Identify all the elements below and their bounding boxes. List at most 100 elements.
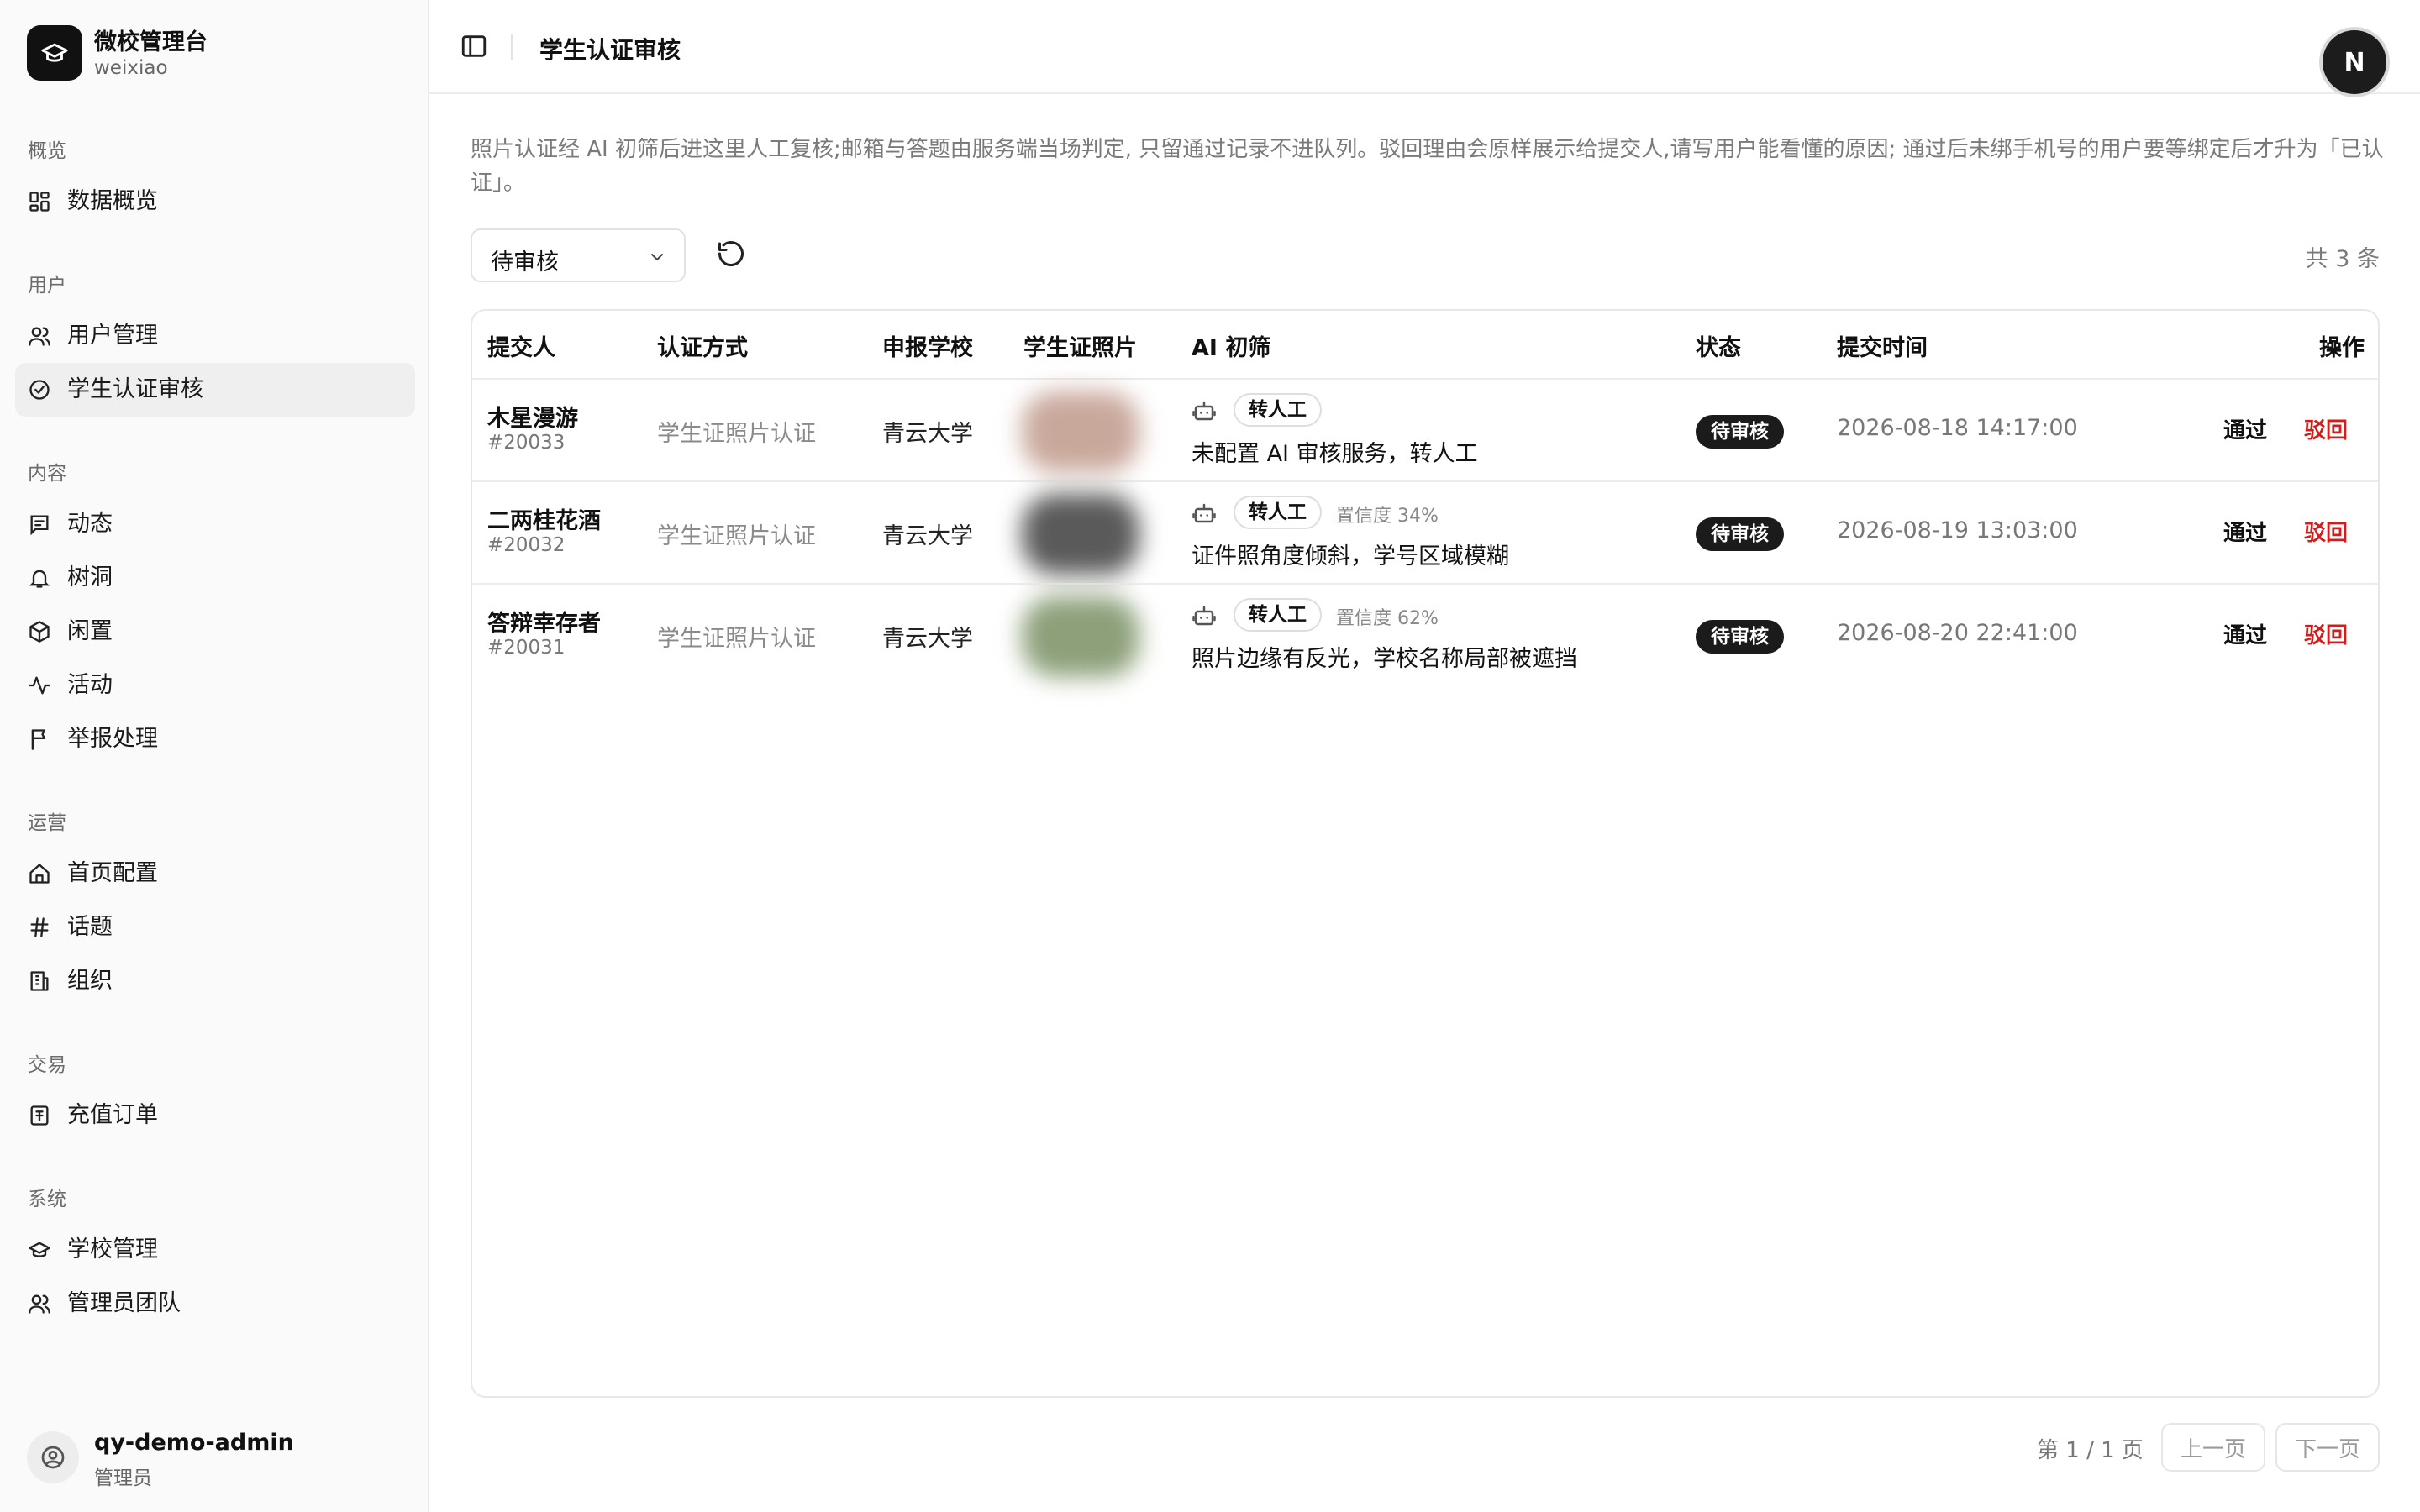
prev-page-button[interactable]: 上一页 xyxy=(2161,1423,2265,1472)
sidebar-item-admin-team[interactable]: 管理员团队 xyxy=(15,1277,415,1331)
review-table: 提交人 认证方式 申报学校 学生证照片 AI 初筛 状态 提交时间 操作 木星漫… xyxy=(471,309,2380,1398)
header-divider xyxy=(511,34,513,60)
sidebar-item-label: 树洞 xyxy=(67,564,113,591)
ai-result-tag[interactable]: 转人工 xyxy=(1234,598,1322,632)
nav-group-label: 系统 xyxy=(28,1189,66,1210)
robot-icon xyxy=(1192,401,1216,421)
school-name: 青云大学 xyxy=(882,421,973,447)
sidebar-item-label: 充值订单 xyxy=(67,1102,158,1128)
verification-method: 学生证照片认证 xyxy=(657,421,816,447)
status-filter-value: 待审核 xyxy=(491,249,559,276)
team-icon xyxy=(27,1291,52,1316)
total-count: 共 3 条 xyxy=(2305,246,2380,272)
box-icon xyxy=(27,619,52,644)
sidebar-item-label: 组织 xyxy=(67,968,113,994)
sidebar-item-label: 首页配置 xyxy=(67,860,158,886)
sidebar-item-label: 动态 xyxy=(67,511,113,537)
feed-icon xyxy=(27,512,52,537)
column-header: 操作 xyxy=(2319,335,2365,361)
sidebar-item-secondhand[interactable]: 闲置 xyxy=(15,605,415,659)
student-id-photo[interactable] xyxy=(1022,494,1139,575)
sidebar-item-label: 管理员团队 xyxy=(67,1290,181,1316)
flag-icon xyxy=(27,727,52,752)
ai-result-tag[interactable]: 转人工 xyxy=(1234,393,1322,427)
sidebar-item-treehole[interactable]: 树洞 xyxy=(15,551,415,605)
ai-reason: 照片边缘有反光，学校名称局部被遮挡 xyxy=(1192,646,1577,672)
sidebar-item-label: 数据概览 xyxy=(67,188,158,214)
status-badge: 待审核 xyxy=(1696,517,1784,551)
nav-group-label: 运营 xyxy=(28,812,66,834)
sidebar-item-label: 闲置 xyxy=(67,618,113,644)
student-id-photo[interactable] xyxy=(1022,596,1139,677)
ai-confidence: 置信度 34% xyxy=(1336,506,1439,527)
ai-reason: 证件照角度倾斜，学号区域模糊 xyxy=(1192,543,1509,570)
sidebar: 微校管理台 weixiao 概览 数据概览 用户 用户管理 学生认证审核 内容 … xyxy=(0,0,429,1512)
sidebar-item-label: 学生认证审核 xyxy=(67,376,203,402)
sidebar-item-student-verification[interactable]: 学生认证审核 xyxy=(15,363,415,417)
submit-time: 2026-08-19 13:03:00 xyxy=(1837,517,2078,543)
sidebar-item-reports[interactable]: 举报处理 xyxy=(15,712,415,766)
sidebar-item-schools[interactable]: 学校管理 xyxy=(15,1223,415,1277)
hash-icon xyxy=(27,915,52,940)
sidebar-toggle-button[interactable] xyxy=(460,32,490,62)
sidebar-toggle-icon xyxy=(461,35,487,57)
table-row: 二两桂花酒 #20032 学生证照片认证 青云大学 转人工 置信度 34% 证件… xyxy=(472,480,2378,583)
home-icon xyxy=(27,861,52,886)
reject-button[interactable]: 驳回 xyxy=(2304,413,2348,444)
graduation-cap-icon xyxy=(27,1237,52,1263)
pagination-info: 第 1 / 1 页 xyxy=(2037,1438,2144,1463)
sidebar-item-label: 学校管理 xyxy=(67,1236,158,1263)
activity-icon xyxy=(27,673,52,698)
student-id-photo[interactable] xyxy=(1022,391,1139,472)
top-header: 学生认证审核 xyxy=(429,0,2420,94)
bell-icon xyxy=(27,565,52,591)
sidebar-item-topics[interactable]: 话题 xyxy=(15,900,415,954)
chevron-down-icon xyxy=(651,254,663,261)
sidebar-item-recharge-orders[interactable]: 充值订单 xyxy=(15,1089,415,1142)
status-filter-select[interactable]: 待审核 xyxy=(471,228,686,282)
column-header: 学生证照片 xyxy=(1023,335,1137,361)
status-badge: 待审核 xyxy=(1696,415,1784,449)
sidebar-item-label: 话题 xyxy=(67,914,113,940)
submitter-id: #20033 xyxy=(487,432,566,454)
column-header: 状态 xyxy=(1696,335,1741,361)
submitter-name: 二两桂花酒 xyxy=(487,508,601,534)
sidebar-item-feed[interactable]: 动态 xyxy=(15,497,415,551)
sidebar-item-activity[interactable]: 活动 xyxy=(15,659,415,712)
reject-button[interactable]: 驳回 xyxy=(2304,618,2348,649)
submitter-name: 木星漫游 xyxy=(487,406,578,432)
verification-method: 学生证照片认证 xyxy=(657,626,816,652)
refresh-icon xyxy=(718,241,744,267)
dashboard-icon xyxy=(27,189,52,214)
ai-result-tag[interactable]: 转人工 xyxy=(1234,496,1322,529)
column-header: AI 初筛 xyxy=(1192,335,1271,361)
receipt-icon xyxy=(27,1103,52,1128)
status-badge: 待审核 xyxy=(1696,620,1784,654)
page-title: 学生认证审核 xyxy=(539,36,681,64)
profile-avatar-button[interactable]: N xyxy=(2323,30,2386,94)
user-avatar[interactable] xyxy=(27,1431,79,1483)
users-icon xyxy=(27,323,52,349)
reject-button[interactable]: 驳回 xyxy=(2304,516,2348,547)
school-name: 青云大学 xyxy=(882,626,973,652)
next-page-button[interactable]: 下一页 xyxy=(2275,1423,2380,1472)
sidebar-item-organizations[interactable]: 组织 xyxy=(15,954,415,1008)
brand-logo[interactable] xyxy=(27,25,82,81)
sidebar-item-users[interactable]: 用户管理 xyxy=(15,309,415,363)
verification-method: 学生证照片认证 xyxy=(657,523,816,549)
column-header: 认证方式 xyxy=(657,335,748,361)
refresh-button[interactable] xyxy=(716,239,750,272)
table-row: 答辩幸存者 #20031 学生证照片认证 青云大学 转人工 置信度 62% 照片… xyxy=(472,583,2378,685)
sidebar-item-home-config[interactable]: 首页配置 xyxy=(15,847,415,900)
approve-button[interactable]: 通过 xyxy=(2223,618,2267,649)
ai-confidence: 置信度 62% xyxy=(1336,608,1439,629)
approve-button[interactable]: 通过 xyxy=(2223,413,2267,444)
sidebar-item-dashboard[interactable]: 数据概览 xyxy=(15,175,415,228)
brand-title: 微校管理台 xyxy=(94,29,208,55)
sidebar-item-label: 举报处理 xyxy=(67,726,158,752)
user-role: 管理员 xyxy=(94,1467,152,1489)
building-icon xyxy=(27,969,52,994)
column-header: 提交人 xyxy=(487,335,555,361)
table-row: 木星漫游 #20033 学生证照片认证 青云大学 转人工 未配置 AI 审核服务… xyxy=(472,378,2378,480)
approve-button[interactable]: 通过 xyxy=(2223,516,2267,547)
